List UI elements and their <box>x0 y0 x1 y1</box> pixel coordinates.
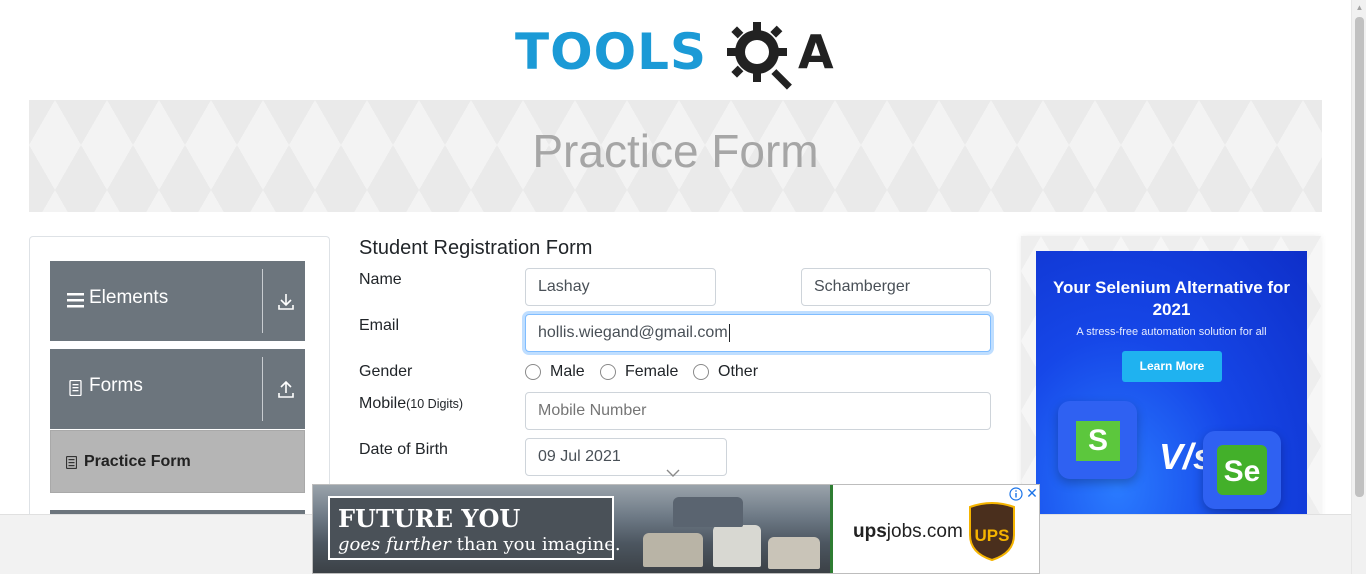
selenium-logo: Se <box>1203 431 1281 509</box>
page-scrollbar[interactable]: ▲ <box>1351 0 1366 574</box>
download-arrow-icon <box>278 294 294 310</box>
ad-line-1: FUTURE YOU <box>338 504 521 533</box>
ad-headline: Your Selenium Alternative for 2021 <box>1052 278 1291 319</box>
ups-logo-text: UPS <box>975 526 1010 545</box>
bottom-ad[interactable]: FUTURE YOU goes further than you imagine… <box>312 484 1040 574</box>
mobile-label: Mobile(10 Digits) <box>359 395 463 413</box>
email-label: Email <box>359 317 400 334</box>
radio-circle[interactable] <box>600 364 616 380</box>
mobile-label-text: Mobile <box>359 395 407 412</box>
katalon-logo-letter: S <box>1076 421 1120 461</box>
divider <box>262 269 263 333</box>
dob-input[interactable]: 09 Jul 2021 <box>525 438 727 476</box>
radio-circle[interactable] <box>693 364 709 380</box>
close-icon[interactable]: ✕ <box>1025 486 1039 500</box>
divider <box>262 357 263 421</box>
sidebar-item-practice-form[interactable]: Practice Form <box>50 430 305 493</box>
upload-arrow-icon <box>278 380 294 398</box>
mobile-hint: (10 Digits) <box>406 397 464 411</box>
radio-circle[interactable] <box>525 364 541 380</box>
logo-letter-a: A <box>798 25 834 79</box>
page-banner: Practice Form <box>29 100 1322 212</box>
right-ad[interactable]: Your Selenium Alternative for 2021 A str… <box>1036 251 1307 514</box>
adchoices-icon[interactable] <box>1009 487 1023 501</box>
text-cursor <box>728 323 730 342</box>
first-name-input[interactable]: Lashay <box>525 268 716 306</box>
ad-textbox: FUTURE YOU goes further than you imagine… <box>328 496 621 560</box>
sidebar-group-elements[interactable]: Elements <box>50 261 305 341</box>
email-input[interactable]: hollis.wiegand@gmail.com <box>525 314 991 352</box>
form-title: Student Registration Form <box>359 237 593 259</box>
chevron-down-icon[interactable] <box>666 468 680 478</box>
gender-label: Gender <box>359 363 413 380</box>
scroll-up-arrow-icon[interactable]: ▲ <box>1352 0 1366 15</box>
katalon-logo: S <box>1058 401 1137 479</box>
logo-text: TOOLS <box>515 23 707 81</box>
ad-line-2: goes further than you imagine. <box>338 534 621 555</box>
document-icon <box>69 380 82 396</box>
selenium-logo-letters: Se <box>1217 445 1267 495</box>
sidebar-group-label: Elements <box>89 287 169 308</box>
form-icon <box>66 456 77 469</box>
sidebar-item-label: Practice Form <box>84 453 191 470</box>
sidebar-group-forms[interactable]: Forms <box>50 349 305 429</box>
ad-photo-car <box>768 537 820 569</box>
name-label: Name <box>359 271 402 288</box>
last-name-input[interactable]: Schamberger <box>801 268 991 306</box>
hamburger-icon <box>67 293 84 308</box>
sidebar-group-label: Forms <box>89 375 143 396</box>
radio-label[interactable]: Female <box>625 363 678 381</box>
ad-divider <box>830 485 833 573</box>
ups-logo: UPS <box>969 502 1015 561</box>
email-value: hollis.wiegand@gmail.com <box>538 324 728 341</box>
ad-domain-rest: jobs.com <box>886 521 963 542</box>
radio-label[interactable]: Male <box>550 363 585 381</box>
ad-photo-car <box>643 533 703 567</box>
ad-subtext: A stress-free automation solution for al… <box>1076 326 1267 338</box>
ad-domain-bold: ups <box>853 521 887 542</box>
sidebar: Elements Forms Practice Form <box>29 236 330 536</box>
ad-line-2-rest: than you imagine. <box>450 534 621 555</box>
toolsqa-logo[interactable]: TOOLS A <box>515 14 840 92</box>
gear-magnifier-icon <box>727 22 792 90</box>
dob-label: Date of Birth <box>359 441 448 458</box>
page-title: Practice Form <box>532 125 819 177</box>
ad-photo-truck <box>673 497 743 527</box>
page: TOOLS A Practice Form Elements Forms Pra… <box>0 0 1366 574</box>
scroll-thumb[interactable] <box>1355 17 1364 497</box>
ad-photo-car <box>713 525 761 567</box>
ad-line-2-italic: goes further <box>338 534 451 555</box>
mobile-input[interactable]: Mobile Number <box>525 392 991 430</box>
ad-domain[interactable]: upsjobs.com <box>853 521 963 543</box>
learn-more-button[interactable]: Learn More <box>1122 351 1222 382</box>
radio-label[interactable]: Other <box>718 363 758 381</box>
